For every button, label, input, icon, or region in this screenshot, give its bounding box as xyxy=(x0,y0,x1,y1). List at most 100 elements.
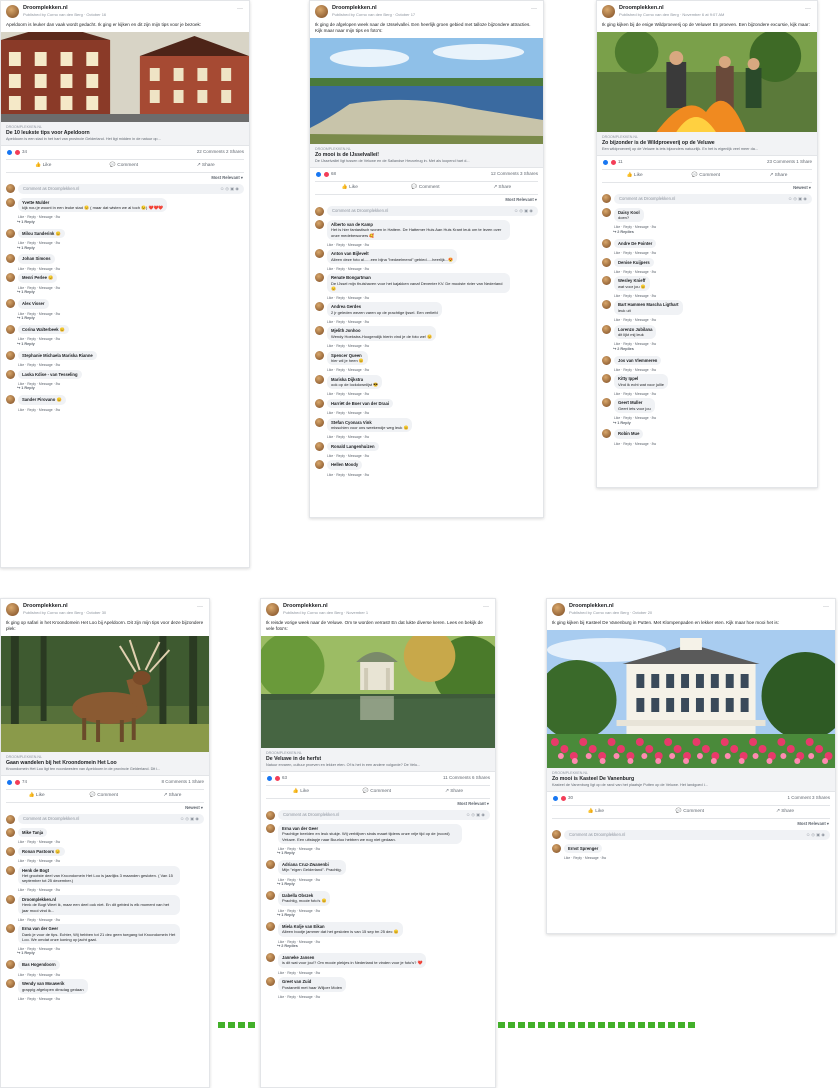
more-options-icon[interactable]: ··· xyxy=(531,6,537,14)
commenter-avatar[interactable] xyxy=(6,924,15,934)
comment-sort-dropdown[interactable]: Most Relevant ▾ xyxy=(310,195,543,204)
commenter-avatar[interactable] xyxy=(6,324,15,334)
commenter-name[interactable]: Alex Visser xyxy=(22,301,45,306)
commenter-avatar[interactable] xyxy=(315,441,324,451)
comment-input[interactable]: Comment as Droomplekken.nl ☺ ◎ ▣ ◉ xyxy=(614,194,812,204)
commenter-avatar[interactable] xyxy=(315,326,324,336)
page-avatar[interactable] xyxy=(266,603,279,616)
post-link-image[interactable] xyxy=(547,630,835,769)
like-button[interactable]: 👍 Like xyxy=(342,185,358,191)
commenter-avatar[interactable] xyxy=(315,398,324,408)
comment-actions[interactable]: Like · Reply · Message · 8w xyxy=(310,472,543,477)
comment-button[interactable]: 💬 Comment xyxy=(676,809,704,815)
commenter-avatar[interactable] xyxy=(6,827,15,837)
view-replies-link[interactable]: ↪ 1 Reply xyxy=(597,421,817,428)
emoji-icon[interactable]: ☺ ◎ ▣ ◉ xyxy=(788,196,807,201)
comment-share-count[interactable]: 23 Comments 1 Share xyxy=(767,159,812,165)
view-replies-link[interactable]: ↪ 1 Reply xyxy=(1,220,249,227)
view-replies-link[interactable]: ↪ 1 Reply xyxy=(1,246,249,253)
comment-sort-dropdown[interactable]: Most Relevant ▾ xyxy=(261,799,495,808)
commenter-avatar[interactable] xyxy=(6,960,15,970)
commenter-avatar[interactable] xyxy=(315,219,324,229)
share-button[interactable]: ↗ Share xyxy=(163,793,181,799)
more-options-icon[interactable]: ··· xyxy=(823,604,829,612)
reaction-count[interactable]: 30 xyxy=(568,795,573,801)
like-button[interactable]: 👍 Like xyxy=(588,809,604,815)
share-button[interactable]: ↗ Share xyxy=(493,185,511,191)
comment-button[interactable]: 💬 Comment xyxy=(90,793,118,799)
commenter-name[interactable]: Stephanie Michaela Mariska Rianne xyxy=(22,353,93,358)
page-name[interactable]: Droomplekken.nl xyxy=(23,603,106,610)
like-button[interactable]: 👍 Like xyxy=(29,793,45,799)
view-replies-link[interactable]: ↪ 1 Reply xyxy=(1,316,249,323)
comment-share-count[interactable]: 1 Comment 3 Shares xyxy=(787,795,830,801)
view-replies-link[interactable]: ↪ 1 Reply xyxy=(1,951,209,958)
commenter-avatar[interactable] xyxy=(602,374,611,384)
commenter-avatar[interactable] xyxy=(6,254,15,264)
commenter-name[interactable]: Johan Simons xyxy=(22,256,51,261)
share-button[interactable]: ↗ Share xyxy=(445,789,463,795)
commenter-avatar[interactable] xyxy=(602,276,611,286)
page-name[interactable]: Droomplekken.nl xyxy=(619,5,724,12)
emoji-icon[interactable]: ☺ ◎ ▣ ◉ xyxy=(466,812,485,817)
commenter-avatar[interactable] xyxy=(6,395,15,405)
commenter-avatar[interactable] xyxy=(6,846,15,856)
commenter-avatar[interactable] xyxy=(266,922,275,931)
emoji-icon[interactable]: ☺ ◎ ▣ ◉ xyxy=(180,816,199,821)
post-link-image[interactable] xyxy=(1,32,249,123)
view-replies-link[interactable]: ↪ 1 Reply xyxy=(261,913,495,920)
commenter-avatar[interactable] xyxy=(315,417,324,427)
link-preview[interactable]: DROOMPLEKKEN.NL Zo mooi is de IJsselvalle… xyxy=(310,144,543,168)
commenter-name[interactable]: Harriët de Boer van der Draai xyxy=(331,401,389,406)
comment-input[interactable]: Comment as Droomplekken.nl ☺ ◎ ▣ ◉ xyxy=(327,206,538,216)
commenter-name[interactable]: Laska Kdise - van Tesseling xyxy=(22,372,78,377)
post-link-image[interactable] xyxy=(1,636,209,753)
commenter-avatar[interactable] xyxy=(6,350,15,360)
link-preview[interactable]: DROOMPLEKKEN.NL De 10 leukste tips voor A… xyxy=(1,122,249,146)
commenter-avatar[interactable] xyxy=(552,843,561,853)
share-button[interactable]: ↗ Share xyxy=(197,163,215,169)
more-options-icon[interactable]: ··· xyxy=(237,6,243,14)
emoji-icon[interactable]: ☺ ◎ ▣ ◉ xyxy=(514,208,533,213)
page-avatar[interactable] xyxy=(552,603,565,616)
commenter-name[interactable]: Menri Perlee 😊 xyxy=(22,275,53,280)
commenter-name[interactable]: Corina Walterbeek 😊 xyxy=(22,327,65,332)
commenter-avatar[interactable] xyxy=(6,228,15,238)
commenter-name[interactable]: Milou Sanderink 😊 xyxy=(22,231,61,236)
comment-share-count[interactable]: 22 Comments 2 Shares xyxy=(197,149,244,155)
commenter-avatar[interactable] xyxy=(266,891,275,901)
commenter-name[interactable]: Robin Mue xyxy=(618,431,639,436)
commenter-avatar[interactable] xyxy=(6,273,15,283)
view-replies-link[interactable]: ↪ 2 Replies xyxy=(597,230,817,237)
comment-share-count[interactable]: 12 Comments 3 Shares xyxy=(491,171,538,177)
page-avatar[interactable] xyxy=(6,5,19,18)
comment-actions[interactable]: Like · Reply · Message · 8w xyxy=(1,996,209,1001)
commenter-avatar[interactable] xyxy=(602,257,611,267)
view-replies-link[interactable]: ↪ 2 Replies xyxy=(597,347,817,354)
commenter-avatar[interactable] xyxy=(315,350,324,360)
comment-sort-dropdown[interactable]: Newest ▾ xyxy=(1,803,209,812)
comment-input[interactable]: Comment as Droomplekken.nl ☺ ◎ ▣ ◉ xyxy=(278,810,490,820)
view-replies-link[interactable]: ↪ 1 Reply xyxy=(261,851,495,858)
commenter-avatar[interactable] xyxy=(266,860,275,870)
commenter-avatar[interactable] xyxy=(6,979,15,989)
commenter-avatar[interactable] xyxy=(602,398,611,408)
comment-share-count[interactable]: 8 Comments 1 Share xyxy=(161,779,204,785)
commenter-name[interactable]: Mike Tanja xyxy=(22,830,43,835)
comment-button[interactable]: 💬 Comment xyxy=(110,163,138,169)
commenter-avatar[interactable] xyxy=(315,460,324,470)
more-options-icon[interactable]: ··· xyxy=(805,6,811,14)
view-replies-link[interactable]: ↪ 1 Reply xyxy=(1,290,249,297)
page-name[interactable]: Droomplekken.nl xyxy=(23,5,106,12)
commenter-avatar[interactable] xyxy=(602,238,611,248)
commenter-avatar[interactable] xyxy=(602,300,611,310)
page-avatar[interactable] xyxy=(6,603,19,616)
share-button[interactable]: ↗ Share xyxy=(769,173,787,179)
page-avatar[interactable] xyxy=(315,5,328,18)
comment-button[interactable]: 💬 Comment xyxy=(363,789,391,795)
comment-sort-dropdown[interactable]: Most Relevant ▾ xyxy=(547,819,835,828)
commenter-avatar[interactable] xyxy=(602,324,611,334)
emoji-icon[interactable]: ☺ ◎ ▣ ◉ xyxy=(220,186,239,191)
more-options-icon[interactable]: ··· xyxy=(483,604,489,612)
comment-sort-dropdown[interactable]: Newest ▾ xyxy=(597,183,817,192)
